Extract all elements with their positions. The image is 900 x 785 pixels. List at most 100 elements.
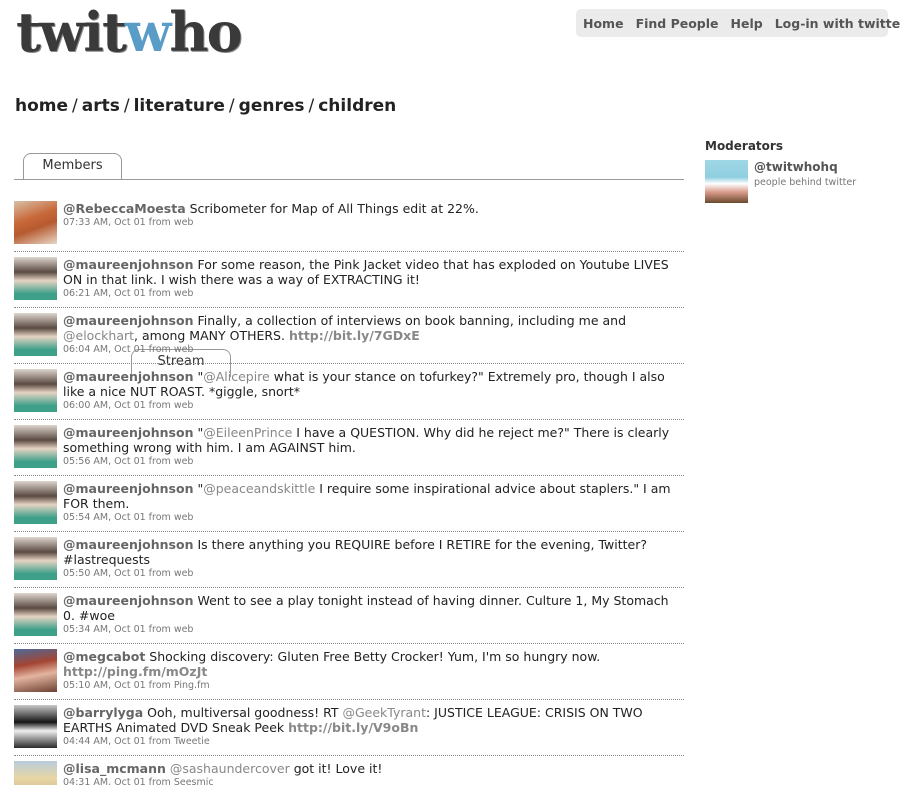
moderator-name[interactable]: @twitwhohq [754, 160, 838, 174]
user-avatar[interactable] [14, 201, 57, 244]
tweet-item: @RebeccaMoesta Scribometer for Map of Al… [14, 196, 684, 252]
tweet-username[interactable]: @megcabot [63, 649, 145, 664]
breadcrumb-children: children [318, 96, 397, 116]
tweet-body: got it! Love it! [289, 761, 383, 776]
tweet-text: @maureenjohnson "@EileenPrince I have a … [63, 425, 684, 455]
tweet-item: @maureenjohnson "@EileenPrince I have a … [14, 420, 684, 476]
breadcrumb-separator: / [308, 96, 315, 116]
tweet-body: Finally, a collection of interviews on b… [193, 313, 627, 328]
tweet-mention[interactable]: @Alicepire [203, 369, 270, 384]
top-nav: Home Find People Help Log-in with twitte… [576, 9, 900, 37]
tab-bar: Members Stream [14, 153, 684, 377]
user-avatar[interactable] [14, 481, 57, 524]
tweet-username[interactable]: @RebeccaMoesta [63, 201, 186, 216]
tab-members[interactable]: Members [23, 153, 122, 179]
tweet-text: @maureenjohnson Went to see a play tonig… [63, 593, 684, 623]
tweet-username[interactable]: @maureenjohnson [63, 593, 193, 608]
nav-login-twitter[interactable]: Log-in with twitter [775, 16, 900, 31]
tweet-meta: 05:50 AM, Oct 01 from web [63, 568, 194, 579]
breadcrumb-separator: / [123, 96, 130, 116]
breadcrumb-home[interactable]: home [15, 96, 68, 116]
tweet-text: @maureenjohnson "@Alicepire what is your… [63, 369, 684, 399]
tweet-mention[interactable]: @peaceandskittle [203, 481, 315, 496]
tweet-username[interactable]: @maureenjohnson [63, 481, 193, 496]
tweet-mention[interactable]: @GeekTyrant [342, 705, 426, 720]
tweet-item: @maureenjohnson Is there anything you RE… [14, 532, 684, 588]
tweet-text: @maureenjohnson "@peaceandskittle I requ… [63, 481, 684, 511]
breadcrumb: home / arts / literature / genres / children [15, 96, 396, 116]
tweet-item: @lisa_mcmann @sashaundercover got it! Lo… [14, 756, 684, 785]
tweet-body: Shocking discovery: Gluten Free Betty Cr… [145, 649, 601, 664]
user-avatar[interactable] [14, 649, 57, 692]
nav-find-people[interactable]: Find People [636, 16, 719, 31]
tweet-meta: 05:10 AM, Oct 01 from Ping.fm [63, 680, 210, 691]
tweet-meta: 04:44 AM, Oct 01 from Tweetie [63, 736, 210, 747]
breadcrumb-separator: / [228, 96, 235, 116]
tweet-mention[interactable]: @EileenPrince [203, 425, 292, 440]
tweet-meta: 05:54 AM, Oct 01 from web [63, 512, 194, 523]
tweet-meta: 06:00 AM, Oct 01 from web [63, 400, 194, 411]
moderators-heading: Moderators [705, 139, 783, 153]
tweet-stream: @RebeccaMoesta Scribometer for Map of Al… [14, 196, 684, 785]
tweet-item: @maureenjohnson Finally, a collection of… [14, 308, 684, 364]
tweet-item: @maureenjohnson "@peaceandskittle I requ… [14, 476, 684, 532]
tweet-username[interactable]: @maureenjohnson [63, 257, 193, 272]
breadcrumb-arts[interactable]: arts [82, 96, 120, 116]
tweet-item: @maureenjohnson For some reason, the Pin… [14, 252, 684, 308]
tweet-body: Ooh, multiversal goodness! RT [143, 705, 343, 720]
user-avatar[interactable] [14, 537, 57, 580]
tweet-meta: 07:33 AM, Oct 01 from web [63, 217, 194, 228]
tweet-text: @maureenjohnson For some reason, the Pin… [63, 257, 684, 287]
logo-part-twit: twit [16, 0, 127, 64]
tweet-username[interactable]: @maureenjohnson [63, 313, 193, 328]
user-avatar[interactable] [14, 761, 57, 785]
tweet-link[interactable]: http://bit.ly/V9oBn [288, 720, 418, 735]
nav-help[interactable]: Help [731, 16, 763, 31]
tweet-username[interactable]: @maureenjohnson [63, 369, 193, 384]
tweet-body: Scribometer for Map of All Things edit a… [185, 201, 479, 216]
tweet-text: @barrylyga Ooh, multiversal goodness! RT… [63, 705, 684, 735]
tweet-mention[interactable]: @sashaundercover [170, 761, 290, 776]
tweet-item: @megcabot Shocking discovery: Gluten Fre… [14, 644, 684, 700]
tweet-meta: 06:21 AM, Oct 01 from web [63, 288, 194, 299]
tweet-username[interactable]: @maureenjohnson [63, 537, 193, 552]
twitwho-logo[interactable]: twitwho [16, 0, 243, 64]
tweet-meta: 06:04 AM, Oct 01 from web [63, 344, 194, 355]
breadcrumb-separator: / [72, 96, 78, 116]
user-avatar[interactable] [14, 593, 57, 636]
tweet-meta: 04:31 AM, Oct 01 from Seesmic [63, 777, 214, 785]
tweet-text: @maureenjohnson Finally, a collection of… [63, 313, 684, 343]
tweet-username[interactable]: @maureenjohnson [63, 425, 193, 440]
tweet-mention[interactable]: @elockhart [63, 328, 134, 343]
user-avatar[interactable] [14, 705, 57, 748]
tweet-item: @barrylyga Ooh, multiversal goodness! RT… [14, 700, 684, 756]
tweet-meta: 05:34 AM, Oct 01 from web [63, 624, 194, 635]
user-avatar[interactable] [14, 313, 57, 356]
tweet-item: @maureenjohnson Went to see a play tonig… [14, 588, 684, 644]
user-avatar[interactable] [14, 425, 57, 468]
tweet-username[interactable]: @lisa_mcmann [63, 761, 166, 776]
breadcrumb-literature[interactable]: literature [134, 96, 225, 116]
moderator-avatar[interactable] [705, 160, 748, 203]
breadcrumb-genres[interactable]: genres [239, 96, 305, 116]
nav-home[interactable]: Home [583, 16, 624, 31]
tweet-text: @megcabot Shocking discovery: Gluten Fre… [63, 649, 684, 679]
logo-part-ho: ho [169, 0, 242, 64]
tweet-text: @maureenjohnson Is there anything you RE… [63, 537, 684, 567]
sidebar: Moderators @twitwhohq people behind twit… [705, 139, 885, 203]
tweet-meta: 05:56 AM, Oct 01 from web [63, 456, 194, 467]
moderator-item[interactable]: @twitwhohq people behind twitter [705, 158, 885, 203]
tweet-body: " [193, 481, 204, 496]
tweet-text: @lisa_mcmann @sashaundercover got it! Lo… [63, 761, 684, 776]
logo-part-w: w [124, 0, 171, 64]
tweet-link[interactable]: http://ping.fm/mOzJt [63, 664, 207, 679]
user-avatar[interactable] [14, 369, 57, 412]
tweet-text: @RebeccaMoesta Scribometer for Map of Al… [63, 201, 684, 216]
tweet-username[interactable]: @barrylyga [63, 705, 143, 720]
tweet-body: " [193, 425, 204, 440]
user-avatar[interactable] [14, 257, 57, 300]
tweet-body: " [193, 369, 204, 384]
tweet-link[interactable]: http://bit.ly/7GDxE [289, 328, 420, 343]
tweet-body: , among MANY OTHERS. [134, 328, 289, 343]
moderator-description: people behind twitter [754, 177, 857, 188]
